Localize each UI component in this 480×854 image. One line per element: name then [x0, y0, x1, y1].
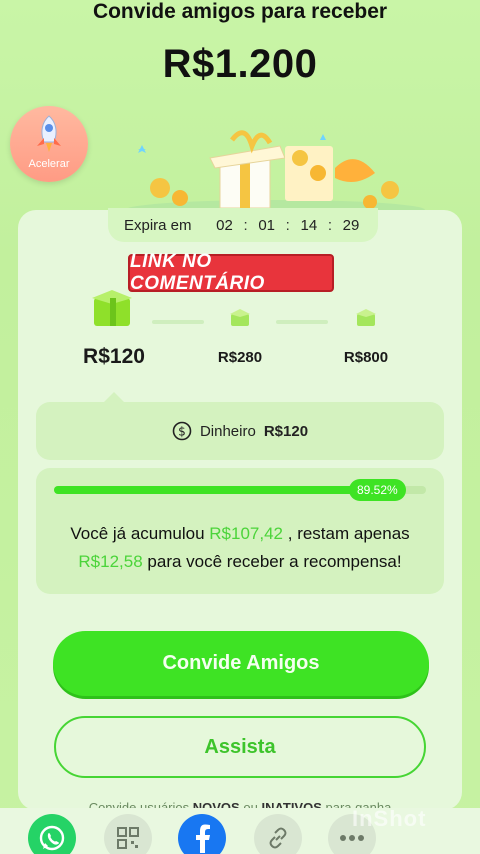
gift-box-icon	[92, 290, 132, 326]
reward-info: $ Dinheiro R$120	[36, 402, 444, 460]
gift-icon	[356, 309, 376, 326]
accumulated-amount: R$107,42	[209, 524, 284, 543]
gift-coins-illustration	[125, 130, 425, 218]
whatsapp-icon	[39, 825, 65, 851]
invite-friends-button[interactable]: Convide Amigos	[53, 631, 429, 696]
watch-button[interactable]: Assista	[54, 716, 426, 778]
timer-hours: 02	[216, 216, 233, 234]
tier-2-label: R$280	[217, 349, 263, 366]
qr-code-share-button[interactable]	[104, 814, 152, 854]
timer-separator: :	[285, 216, 290, 234]
dollar-coin-icon: $	[172, 421, 192, 441]
watermark: InShot	[352, 806, 427, 831]
tier-1-label: R$120	[83, 345, 145, 368]
timer-separator: :	[243, 216, 248, 234]
accelerate-button[interactable]: Acelerar	[10, 106, 88, 182]
progress-panel: 89.52% Você já acumulou R$107,42 , resta…	[36, 468, 444, 594]
tier-connector	[152, 320, 204, 324]
progress-fill	[54, 486, 387, 494]
rocket-icon	[37, 115, 61, 152]
timer-seconds: 14	[300, 216, 318, 234]
more-icon	[340, 835, 364, 841]
link-icon	[269, 827, 287, 849]
gift-icon	[230, 309, 250, 326]
whatsapp-share-button[interactable]	[28, 814, 76, 854]
reward-value: R$120	[263, 422, 309, 440]
facebook-share-button[interactable]	[178, 814, 226, 854]
reward-tiers: R$120 R$280 R$800	[40, 288, 440, 368]
countdown-timer: Expira em 02 : 01 : 14 : 29	[108, 208, 378, 242]
progress-text-suffix: para você receber a recompensa!	[147, 552, 402, 571]
reward-pointer	[104, 392, 124, 402]
link-in-comment-banner: LINK NO COMENTÁRIO	[128, 251, 334, 294]
page-title: Convide amigos para receber	[92, 0, 388, 23]
remaining-amount: R$12,58	[78, 552, 143, 571]
timer-label: Expira em	[123, 216, 192, 234]
tier-connector	[276, 320, 328, 324]
progress-percent-badge: 89.52%	[349, 479, 406, 501]
total-reward-amount: R$1.200	[162, 42, 318, 86]
reward-type-label: Dinheiro	[199, 422, 256, 440]
facebook-icon	[196, 824, 210, 853]
tier-3-label: R$800	[343, 349, 389, 366]
timer-separator: :	[327, 216, 333, 234]
progress-text-prefix: Você já acumulou	[70, 524, 205, 543]
timer-minutes: 01	[258, 216, 276, 234]
timer-centis: 29	[342, 216, 360, 234]
progress-message: Você já acumulou R$107,42 , restam apena…	[50, 520, 430, 576]
copy-link-button[interactable]	[254, 814, 302, 854]
progress-text-middle: , restam apenas	[287, 524, 410, 543]
accelerate-label: Acelerar	[28, 158, 70, 170]
qr-code-icon	[117, 827, 139, 849]
svg-text:$: $	[178, 425, 186, 439]
